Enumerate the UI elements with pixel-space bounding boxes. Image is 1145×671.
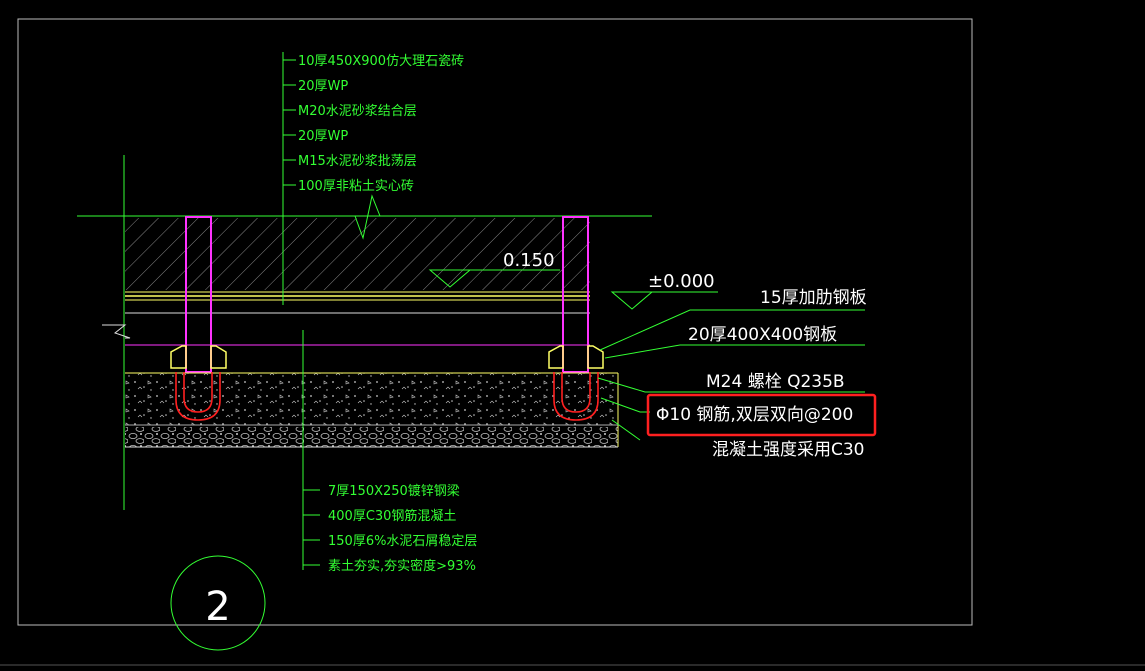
gravel-layer: [125, 427, 618, 447]
level-mark-a-text: 0.150: [503, 250, 555, 271]
label-concrete-grade: 混凝土强度采用C30: [712, 440, 865, 460]
top-layer-4: 20厚WP: [298, 129, 348, 144]
detail-number: 2: [205, 584, 230, 630]
label-rebar: Φ10 钢筋,双层双向@200: [656, 405, 853, 425]
label-stiffened-plate: 15厚加肋钢板: [760, 288, 867, 308]
bottom-layer-3: 150厚6%水泥石屑稳定层: [328, 533, 477, 549]
top-layer-3: M20水泥砂浆结合层: [298, 104, 417, 119]
top-layer-1: 10厚450X900仿大理石瓷砖: [298, 54, 464, 69]
bottom-layer-4: 素土夯实,夯实密度>93%: [328, 558, 476, 574]
top-layer-6: 100厚非粘土实心砖: [298, 179, 414, 194]
level-mark-b-symbol: [610, 291, 718, 310]
concrete-layer: [125, 373, 618, 425]
bottom-layer-2: 400厚C30钢筋混凝土: [328, 508, 456, 524]
level-mark-b-text: ±0.000: [648, 271, 715, 292]
bottom-leader-ticks: [303, 489, 320, 566]
top-leader-ticks: [283, 59, 296, 186]
drawing-frame: [17, 18, 973, 626]
label-bolt: M24 螺栓 Q235B: [706, 372, 845, 392]
cad-detail-drawing: 10厚450X900仿大理石瓷砖 20厚WP M20水泥砂浆结合层 20厚WP …: [0, 18, 1145, 666]
top-layer-5: M15水泥砂浆批荡层: [298, 154, 417, 169]
bottom-layer-1: 7厚150X250镀锌钢梁: [328, 483, 460, 499]
base-plate-right: [548, 345, 604, 369]
base-plate-left: [170, 345, 227, 369]
break-mark-left: [102, 324, 131, 339]
top-layer-2: 20厚WP: [298, 79, 348, 94]
label-base-plate: 20厚400X400钢板: [688, 325, 837, 345]
